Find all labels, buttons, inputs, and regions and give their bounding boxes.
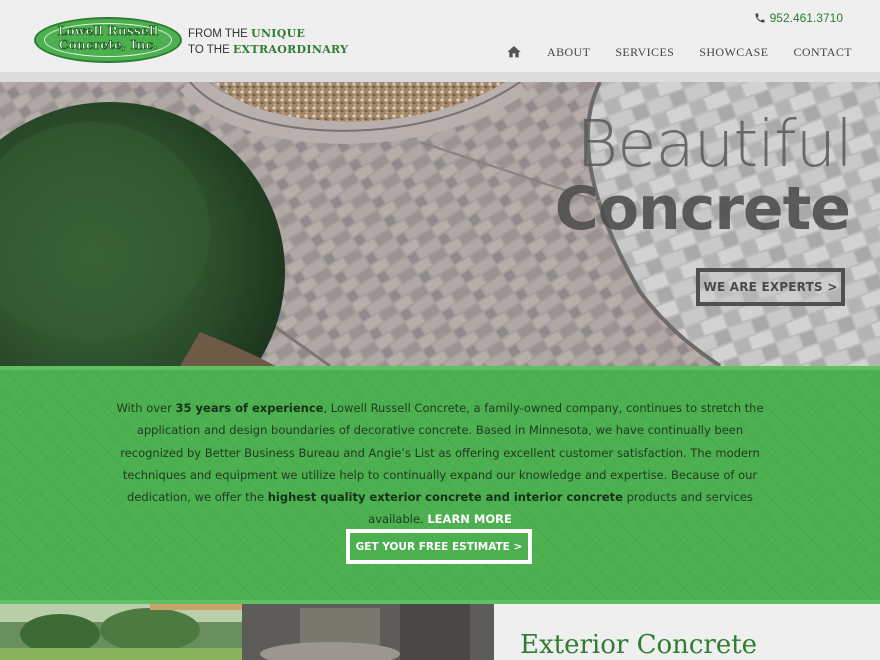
logo-text-line2: Concrete, Inc. (58, 37, 158, 52)
free-estimate-button[interactable]: GET YOUR FREE ESTIMATE > (346, 529, 532, 564)
learn-more-link[interactable]: LEARN MORE (427, 512, 512, 526)
phone-link[interactable]: 952.461.3710 (754, 11, 843, 25)
we-are-experts-button[interactable]: WE ARE EXPERTS > (696, 268, 845, 306)
logo-text-line1: Lowell Russell (57, 23, 159, 38)
hero-banner: Beautiful Concrete WE ARE EXPERTS > (0, 82, 880, 366)
hero-headline: Beautiful (576, 108, 853, 182)
tagline-prefix-1: FROM THE (188, 28, 252, 40)
nav-services[interactable]: SERVICES (615, 45, 674, 60)
intro-section: With over 35 years of experience, Lowell… (0, 366, 880, 604)
tagline-emphasis-2: EXTRAORDINARY (232, 43, 349, 56)
main-nav: ABOUT SERVICES SHOWCASE CONTACT (506, 42, 852, 62)
nav-about[interactable]: ABOUT (547, 45, 590, 60)
exterior-photo-image (0, 604, 494, 660)
nav-contact[interactable]: CONTACT (793, 45, 852, 60)
nav-showcase[interactable]: SHOWCASE (699, 45, 768, 60)
header-shadow (0, 72, 880, 82)
hero-subheadline: Concrete (554, 174, 851, 244)
site-header: Lowell Russell Concrete, Inc. FROM THE U… (0, 0, 880, 76)
phone-number: 952.461.3710 (769, 11, 843, 25)
phone-icon (755, 13, 765, 23)
exterior-photos (0, 604, 494, 660)
intro-bold-experience: 35 years of experience (175, 401, 324, 415)
tagline-prefix-2: TO THE (188, 44, 233, 56)
intro-bold-quality: highest quality exterior concrete and in… (267, 490, 623, 505)
tagline: FROM THE UNIQUE TO THE EXTRAORDINARY (188, 26, 348, 58)
section-title: Exterior Concrete (520, 630, 758, 660)
intro-text-2: , Lowell Russell Concrete, a family-owne… (120, 401, 764, 505)
company-logo[interactable]: Lowell Russell Concrete, Inc. (34, 17, 182, 63)
intro-text-1: With over (116, 401, 176, 415)
band-top-stripe (0, 366, 880, 370)
intro-paragraph: With over 35 years of experience, Lowell… (104, 397, 776, 531)
home-icon[interactable] (506, 44, 522, 60)
tagline-emphasis-1: UNIQUE (251, 27, 306, 40)
exterior-section: Exterior Concrete (494, 604, 880, 660)
